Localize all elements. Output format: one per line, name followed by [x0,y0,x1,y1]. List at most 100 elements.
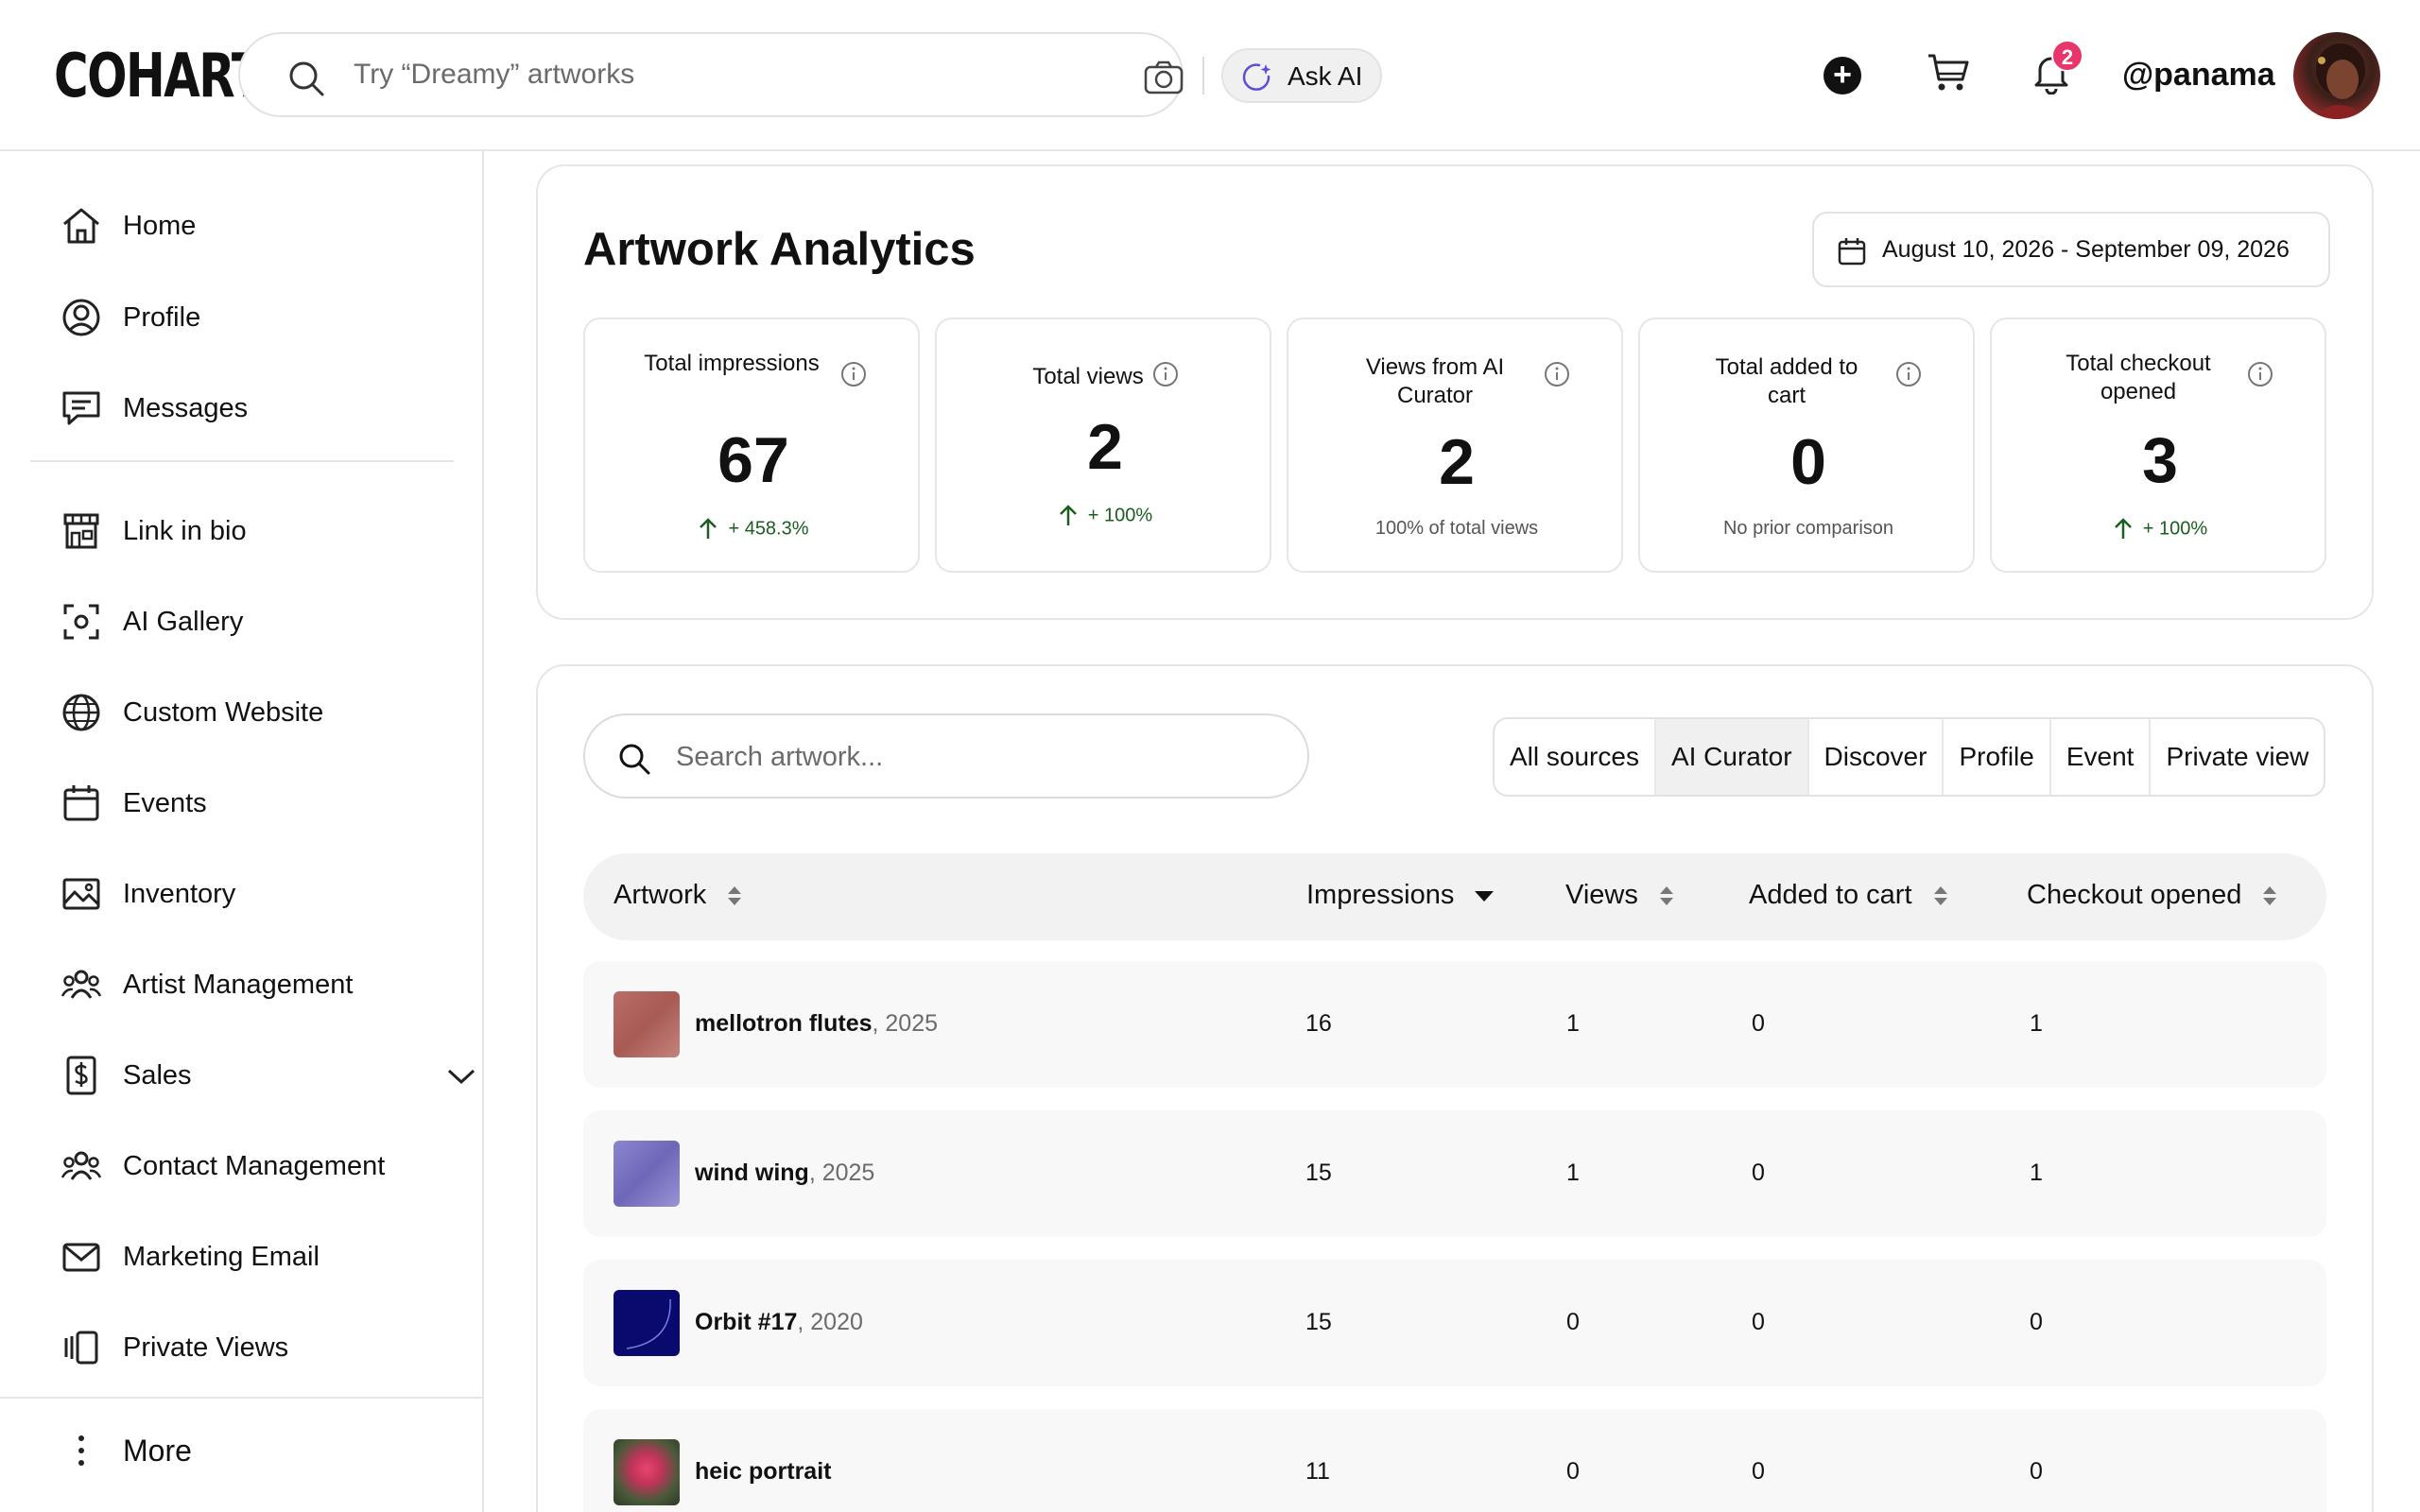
info-icon[interactable] [1544,361,1570,387]
notification-count-badge: 2 [2051,40,2083,72]
added-to-cart-cell: 0 [1752,1160,1765,1186]
info-icon[interactable] [1152,361,1179,387]
sort-icon [2263,885,2277,905]
artwork-title[interactable]: Orbit #17, 2020 [695,1309,863,1336]
mail-icon [62,1243,100,1272]
sidebar-item-inventory[interactable]: Inventory [60,866,439,922]
sidebar-item-contact-management[interactable]: Contact Management [60,1138,439,1194]
sidebar-item-messages[interactable]: Messages [60,380,439,437]
artwork-title[interactable]: mellotron flutes, 2025 [695,1010,938,1038]
sidebar-item-home[interactable]: Home [60,198,439,254]
date-range-text: August 10, 2026 - September 09, 2026 [1882,236,2290,263]
stat-change: + 100% [1992,518,2328,541]
search-icon [289,61,324,96]
checkout-opened-cell: 1 [2030,1010,2043,1037]
views-cell: 1 [1566,1010,1580,1037]
user-circle-icon [62,299,100,336]
chevron-down-icon[interactable] [446,1067,476,1086]
table-row[interactable]: mellotron flutes, 2025 16 1 0 1 [583,961,2326,1088]
search-divider [1202,57,1204,94]
info-icon[interactable] [1895,361,1922,387]
stat-change-text: 100% of total views [1374,518,1539,539]
artwork-analytics-card: Artwork Analytics August 10, 2026 - Sept… [536,164,2374,620]
filter-discover[interactable]: Discover [1806,719,1943,795]
filter-event[interactable]: Event [2048,719,2150,795]
sidebar-item-label: Inventory [123,878,236,909]
artwork-thumbnail[interactable] [614,991,680,1057]
user-avatar[interactable] [2293,32,2380,119]
camera-icon[interactable] [1144,60,1184,94]
artwork-search-field[interactable] [583,713,1309,799]
sidebar-item-label: AI Gallery [123,606,244,637]
global-search-placeholder[interactable]: Try “Dreamy” artworks [354,59,634,91]
sidebar-item-sales[interactable]: Sales [60,1047,475,1104]
info-icon[interactable] [2247,361,2273,387]
artwork-title-text: Orbit #17 [695,1309,798,1335]
info-icon[interactable] [840,361,867,387]
column-header-impressions[interactable]: Impressions [1306,880,1495,911]
artwork-search-input[interactable] [676,736,1262,778]
sidebar-item-label: Custom Website [123,696,324,728]
stat-title: Total checkout opened [2066,351,2211,404]
table-row[interactable]: wind wing, 2025 15 1 0 1 [583,1110,2326,1237]
sidebar-item-label: Artist Management [123,969,354,1000]
artwork-thumbnail[interactable] [614,1290,680,1356]
column-label: Artwork [614,880,707,910]
stat-card-total-added-to-cart: Total added to cart 0 No prior compariso… [1638,318,1975,573]
create-plus-button[interactable]: + [1824,57,1861,94]
stat-change: No prior comparison [1640,518,1977,540]
home-icon [63,208,99,244]
column-header-artwork[interactable]: Artwork [614,880,744,911]
global-search-bar[interactable]: Try “Dreamy” artworks Ask AI [238,32,1382,117]
added-to-cart-cell: 0 [1752,1458,1765,1485]
username[interactable]: @panama [2122,57,2275,94]
table-row[interactable]: heic portrait 11 0 0 0 [583,1409,2326,1512]
artwork-table-card: All sources AI Curator Discover Profile … [536,664,2374,1512]
filter-profile[interactable]: Profile [1942,719,2048,795]
sidebar-item-marketing-email[interactable]: Marketing Email [60,1228,439,1285]
search-icon [619,744,650,775]
sidebar-item-ai-gallery[interactable]: AI Gallery [60,593,439,650]
cart-icon[interactable] [1927,53,1970,93]
sidebar-item-events[interactable]: Events [60,775,439,832]
column-header-added-to-cart[interactable]: Added to cart [1749,880,1950,911]
stat-value: 0 [1790,426,1826,498]
views-cell: 0 [1566,1458,1580,1485]
sidebar-item-link-in-bio[interactable]: Link in bio [60,503,439,559]
filter-private-view[interactable]: Private view [2149,719,2324,795]
checkout-opened-cell: 1 [2030,1160,2043,1186]
artwork-thumbnail[interactable] [614,1141,680,1207]
artwork-title[interactable]: wind wing, 2025 [695,1160,874,1187]
message-icon [62,391,100,425]
column-label: Views [1565,880,1638,910]
gallery-views-icon [64,1331,98,1365]
filter-ai-curator[interactable]: AI Curator [1653,719,1807,795]
scan-icon [63,604,99,640]
date-range-picker[interactable]: August 10, 2026 - September 09, 2026 [1812,212,2330,287]
sidebar-item-custom-website[interactable]: Custom Website [60,684,439,741]
filter-all-sources[interactable]: All sources [1495,719,1654,795]
column-header-checkout-opened[interactable]: Checkout opened [2027,880,2279,911]
views-cell: 0 [1566,1309,1580,1335]
stat-value: 2 [1087,411,1123,483]
artwork-title[interactable]: heic portrait [695,1458,831,1486]
column-header-views[interactable]: Views [1565,880,1676,911]
table-row[interactable]: Orbit #17, 2020 15 0 0 0 [583,1260,2326,1386]
impressions-cell: 15 [1305,1309,1332,1335]
sidebar-item-artist-management[interactable]: Artist Management [60,956,439,1013]
sort-icon [728,885,742,905]
sidebar-more-button[interactable]: More [60,1422,439,1479]
sidebar-more-label: More [123,1433,192,1468]
ask-ai-button[interactable]: Ask AI [1221,48,1382,103]
stat-card-total-impressions: Total impressions 67 + 458.3% [583,318,920,573]
sidebar-item-label: Home [123,210,197,241]
sidebar-item-private-views[interactable]: Private Views [60,1319,439,1376]
sidebar-item-label: Messages [123,392,249,423]
sidebar-item-label: Events [123,787,207,818]
cohart-logo[interactable]: COHART [54,42,264,112]
source-filter-tabs: All sources AI Curator Discover Profile … [1493,717,2326,797]
added-to-cart-cell: 0 [1752,1309,1765,1335]
artwork-thumbnail[interactable] [614,1439,680,1505]
top-bar: COHART Try “Dreamy” artworks Ask AI + 2 … [0,0,2420,151]
sidebar-item-profile[interactable]: Profile [60,289,439,346]
